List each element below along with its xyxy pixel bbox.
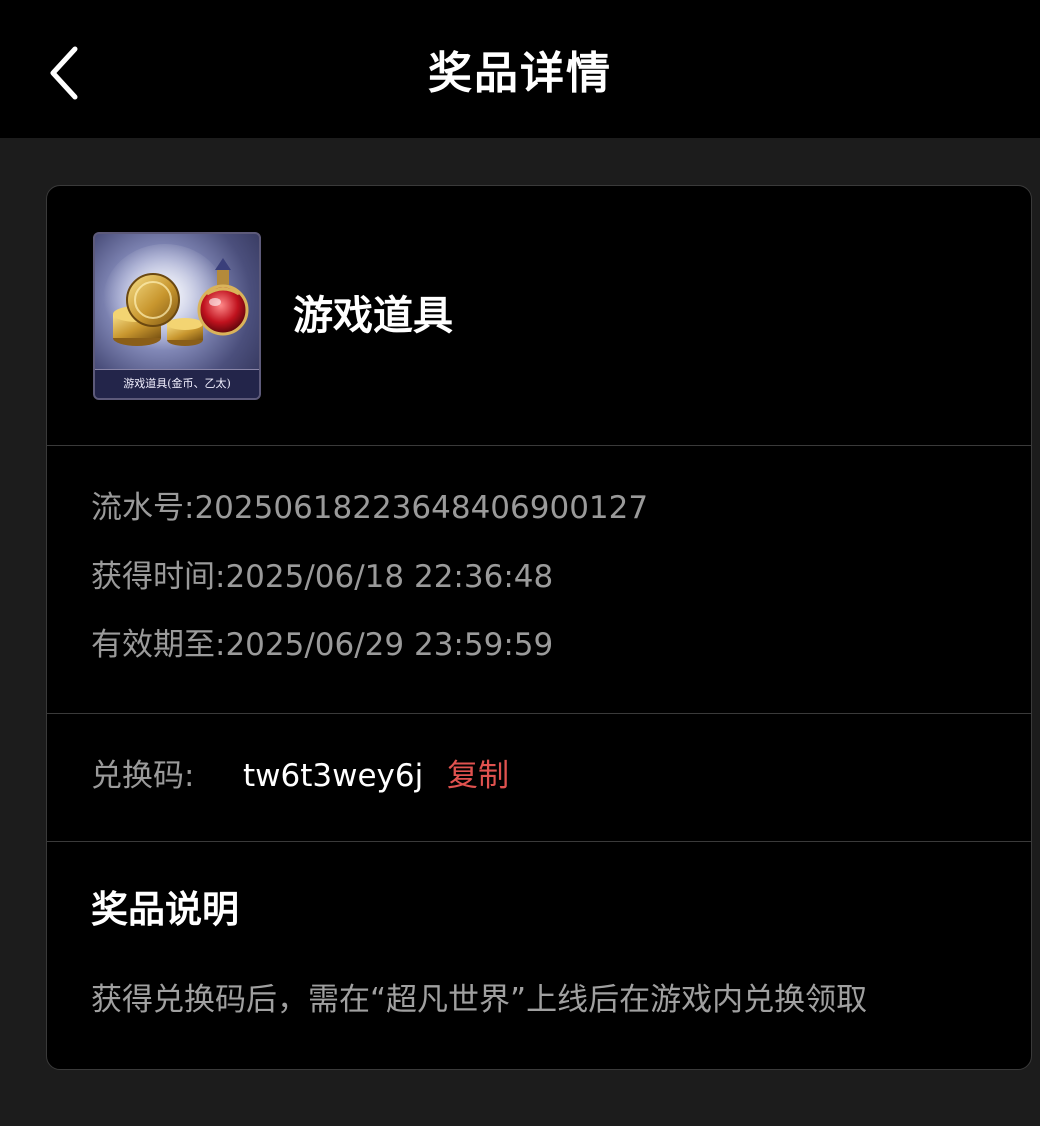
redeem-code-value[interactable]: tw6t3wey6j bbox=[243, 754, 423, 798]
top-bar: 奖品详情 bbox=[0, 0, 1040, 138]
obtained-label: 获得时间: bbox=[91, 559, 226, 595]
prize-image: 游戏道具(金币、乙太) bbox=[93, 232, 261, 400]
serial-label: 流水号: bbox=[91, 490, 195, 526]
obtained-value: 2025/06/18 22:36:48 bbox=[225, 559, 554, 595]
expiry-label: 有效期至: bbox=[91, 627, 226, 663]
redeem-code-label: 兑换码: bbox=[91, 758, 195, 794]
page-title: 奖品详情 bbox=[428, 48, 612, 99]
gold-coins-potion-icon bbox=[103, 244, 249, 356]
divider bbox=[47, 841, 1031, 842]
divider bbox=[47, 445, 1031, 446]
obtained-row: 获得时间:2025/06/18 22:36:48 bbox=[91, 555, 553, 599]
serial-row: 流水号:20250618223648406900127 bbox=[91, 486, 648, 530]
expiry-row: 有效期至:2025/06/29 23:59:59 bbox=[91, 623, 553, 667]
description-title: 奖品说明 bbox=[91, 888, 239, 931]
prize-image-caption: 游戏道具(金币、乙太) bbox=[95, 369, 259, 398]
divider bbox=[47, 713, 1031, 714]
copy-button[interactable]: 复制 bbox=[447, 754, 509, 798]
expiry-value: 2025/06/29 23:59:59 bbox=[225, 627, 554, 663]
prize-detail-card: 游戏道具(金币、乙太) 游戏道具 流水号:2025061822364840690… bbox=[46, 185, 1032, 1070]
prize-name: 游戏道具 bbox=[293, 293, 453, 339]
description-text: 获得兑换码后，需在“超凡世界”上线后在游戏内兑换领取 bbox=[91, 982, 868, 1018]
serial-value: 20250618223648406900127 bbox=[194, 490, 649, 526]
